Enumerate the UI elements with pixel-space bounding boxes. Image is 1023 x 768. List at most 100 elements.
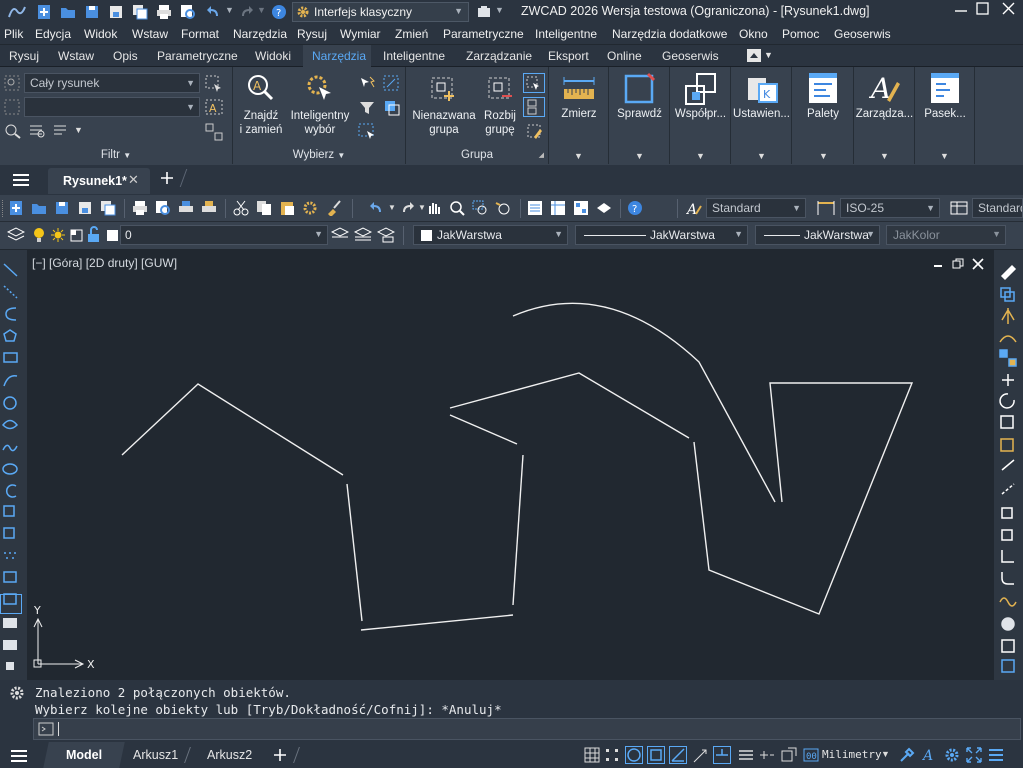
menu-dimension[interactable]: Wymiar bbox=[340, 27, 381, 41]
tb-print-preview-icon[interactable] bbox=[155, 200, 171, 216]
select-previous-icon[interactable] bbox=[28, 123, 46, 139]
tb-paste-icon[interactable] bbox=[279, 200, 295, 216]
tab-annotate[interactable]: Opis bbox=[113, 49, 138, 63]
settings-label[interactable]: Ustawien... bbox=[731, 107, 792, 121]
lineweight-combo[interactable]: JakWarstwa ▼ bbox=[755, 225, 880, 245]
layout-menu-icon[interactable] bbox=[10, 749, 28, 763]
filter-combo-2[interactable]: ▼ bbox=[24, 97, 200, 117]
lasso-select-icon[interactable] bbox=[383, 75, 401, 93]
tb-design-center-icon[interactable] bbox=[550, 200, 566, 216]
workspace-switcher[interactable]: Interfejs klasyczny ▼ bbox=[292, 2, 469, 22]
copy-select-icon[interactable] bbox=[383, 99, 401, 117]
menu-modify[interactable]: Zmień bbox=[395, 27, 428, 41]
tb-help-icon[interactable]: ? bbox=[627, 200, 643, 216]
dim-style-icon[interactable] bbox=[817, 200, 835, 216]
grid-toggle-icon[interactable] bbox=[583, 746, 601, 764]
ribbon-options-icon[interactable]: ▼ bbox=[764, 50, 773, 60]
select-list-dropdown-icon[interactable]: ▼ bbox=[74, 125, 83, 135]
menu-view[interactable]: Widok bbox=[84, 27, 117, 41]
tb-undo-dropdown-icon[interactable]: ▼ bbox=[388, 203, 396, 212]
toolbar-bar-label[interactable]: Pasek... bbox=[915, 107, 975, 121]
panel-group-expand-icon[interactable]: ◢ bbox=[539, 151, 544, 159]
annotation-scale-icon[interactable]: 00 bbox=[803, 746, 821, 764]
menu-geoservice[interactable]: Geoserwis bbox=[834, 27, 891, 41]
tb-redo-icon[interactable] bbox=[399, 200, 415, 216]
group-edit-icon[interactable] bbox=[526, 123, 544, 141]
tab-tools[interactable]: Narzędzia bbox=[312, 49, 366, 63]
close-button[interactable] bbox=[999, 0, 1019, 20]
modify-toolbar-icons[interactable] bbox=[994, 250, 1023, 680]
check-icon[interactable] bbox=[624, 72, 656, 104]
menu-edit[interactable]: Edycja bbox=[35, 27, 71, 41]
tab-insert[interactable]: Wstaw bbox=[58, 49, 94, 63]
layer-viewport-icon[interactable] bbox=[70, 227, 84, 243]
unnamed-group-label[interactable]: Nienazwana grupa bbox=[408, 109, 480, 137]
select-list-icon[interactable] bbox=[52, 123, 70, 139]
filter-search-icon[interactable] bbox=[4, 75, 20, 91]
command-options-gear-icon[interactable] bbox=[9, 685, 25, 701]
panel-select-title[interactable]: Wybierz ▼ bbox=[233, 149, 405, 161]
menu-tools[interactable]: Narzędzia bbox=[233, 27, 287, 41]
ungroup-label[interactable]: Rozbij grupę bbox=[480, 109, 520, 137]
menu-window[interactable]: Okno bbox=[739, 27, 768, 41]
region-active-tool[interactable] bbox=[0, 594, 22, 614]
annotation-monitor-icon[interactable]: A bbox=[921, 746, 939, 764]
toolbar-grip[interactable] bbox=[2, 200, 5, 217]
minimize-button[interactable] bbox=[949, 0, 973, 20]
group-manager-icon[interactable] bbox=[523, 97, 545, 117]
layer-states-icon[interactable] bbox=[377, 227, 395, 243]
tab-online[interactable]: Online bbox=[607, 49, 642, 63]
print-icon[interactable] bbox=[156, 4, 172, 20]
doc-tab-rysunek1[interactable]: Rysunek1* ✕ bbox=[48, 168, 150, 194]
layer-on-bulb-icon[interactable] bbox=[32, 227, 46, 243]
units-dropdown-icon[interactable]: ▼ bbox=[881, 749, 890, 759]
palettes-label[interactable]: Palety bbox=[792, 107, 854, 121]
tb-undo-icon[interactable] bbox=[369, 200, 385, 216]
layer-unlock-icon[interactable] bbox=[87, 226, 101, 243]
layer-color-swatch[interactable] bbox=[107, 230, 118, 241]
layer-previous-icon[interactable] bbox=[354, 227, 372, 243]
lineweight-toggle-icon[interactable] bbox=[737, 746, 755, 764]
text-manage-dropdown-icon[interactable]: ▼ bbox=[880, 151, 889, 161]
menu-draw[interactable]: Rysuj bbox=[297, 27, 327, 41]
tb-print-icon[interactable] bbox=[132, 200, 148, 216]
otrack-toggle-icon[interactable] bbox=[692, 746, 710, 764]
menu-parametric[interactable]: Parametryczne bbox=[443, 27, 524, 41]
tb-pan-icon[interactable] bbox=[426, 200, 442, 216]
toolbar-bar-dropdown-icon[interactable]: ▼ bbox=[940, 151, 949, 161]
select-text-icon[interactable]: A bbox=[205, 99, 223, 117]
ortho-toggle-icon[interactable] bbox=[625, 746, 643, 764]
print-preview-icon[interactable] bbox=[180, 4, 196, 20]
collaboration-dropdown-icon[interactable]: ▼ bbox=[696, 151, 705, 161]
table-style-icon[interactable] bbox=[950, 200, 968, 216]
redo-icon[interactable] bbox=[238, 4, 254, 20]
layer-manager-icon[interactable] bbox=[7, 227, 25, 243]
status-menu-icon[interactable] bbox=[987, 746, 1005, 764]
new-tab-plus-icon[interactable] bbox=[160, 171, 174, 185]
tab-export[interactable]: Eksport bbox=[548, 49, 589, 63]
tb-brush-icon[interactable] bbox=[325, 200, 341, 216]
measure-icon[interactable] bbox=[562, 73, 596, 103]
panel-group-title[interactable]: Grupa bbox=[406, 149, 548, 161]
find-replace-label[interactable]: Znajdź i zamień bbox=[235, 109, 287, 137]
tb-zoom-window-icon[interactable] bbox=[472, 200, 488, 216]
customize-toolbar-icon[interactable] bbox=[476, 4, 492, 20]
find-replace-icon[interactable]: A bbox=[246, 73, 276, 103]
tb-properties-icon[interactable] bbox=[527, 200, 543, 216]
customize-dropdown-icon[interactable]: ▼ bbox=[495, 5, 504, 15]
plotstyle-combo[interactable]: JakKolor ▼ bbox=[886, 225, 1006, 245]
layer-thaw-sun-icon[interactable] bbox=[50, 227, 66, 243]
tab-layout1[interactable]: Arkusz1 bbox=[133, 748, 178, 762]
filter-funnel-icon[interactable] bbox=[358, 99, 376, 117]
hamburger-menu-icon[interactable] bbox=[12, 173, 30, 187]
tab-model[interactable]: Model bbox=[66, 748, 102, 762]
linetype-combo[interactable]: JakWarstwa ▼ bbox=[575, 225, 748, 245]
settings-dropdown-icon[interactable]: ▼ bbox=[757, 151, 766, 161]
polar-toggle-icon[interactable] bbox=[669, 746, 687, 764]
text-style-combo[interactable]: Standard ▼ bbox=[706, 198, 806, 218]
check-dropdown-icon[interactable]: ▼ bbox=[635, 151, 644, 161]
save-icon[interactable] bbox=[84, 4, 100, 20]
add-layout-plus-icon[interactable] bbox=[274, 749, 286, 761]
menu-smart[interactable]: Inteligentne bbox=[535, 27, 597, 41]
window-select-icon[interactable] bbox=[358, 123, 376, 141]
